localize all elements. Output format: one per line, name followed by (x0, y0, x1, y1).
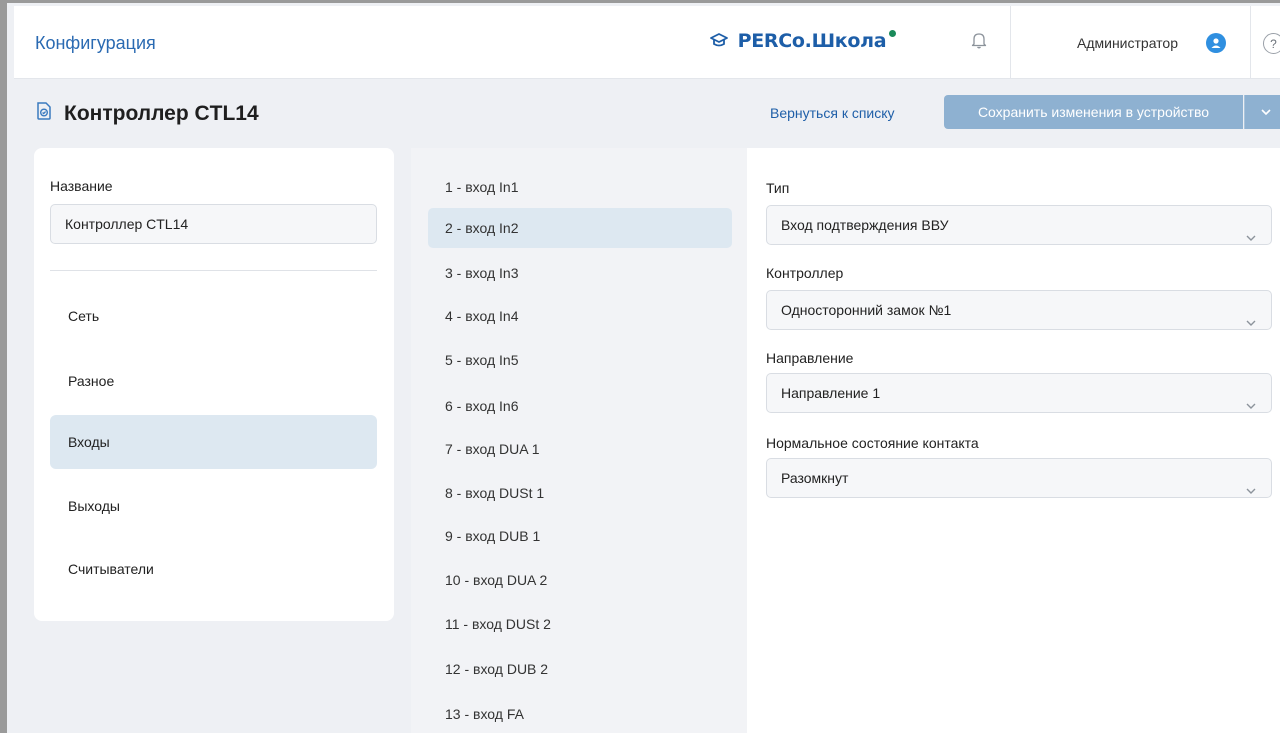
type-select[interactable]: Вход подтверждения ВВУ (766, 205, 1272, 245)
notifications-button[interactable] (947, 6, 1011, 79)
page-title-text: Контроллер CTL14 (64, 101, 259, 125)
divider (50, 270, 377, 271)
save-to-device-button[interactable]: Сохранить изменения в устройство (944, 95, 1243, 129)
device-settings-card: Название Контроллер CTL14 Сеть Разное Вх… (34, 148, 394, 621)
nav-item-outputs[interactable]: Выходы (50, 479, 377, 533)
direction-select[interactable]: Направление 1 (766, 373, 1272, 413)
controller-select[interactable]: Односторонний замок №1 (766, 290, 1272, 330)
input-item[interactable]: 11 - вход DUSt 2 (428, 604, 732, 644)
input-item[interactable]: 8 - вход DUSt 1 (428, 473, 732, 513)
logo-status-dot (889, 30, 897, 37)
contact-state-select[interactable]: Разомкнут (766, 458, 1272, 498)
nav-item-readers[interactable]: Считыватели (50, 542, 377, 596)
user-avatar-icon (1206, 33, 1226, 53)
direction-value: Направление 1 (781, 385, 881, 401)
device-name-input[interactable]: Контроллер CTL14 (50, 204, 377, 244)
logo-text: PERCo.Школа (737, 30, 887, 52)
nav-item-inputs[interactable]: Входы (50, 415, 377, 469)
bell-icon (971, 31, 987, 54)
controller-value: Односторонний замок №1 (781, 302, 952, 318)
contact-state-value: Разомкнут (781, 470, 849, 486)
controller-device-icon (35, 101, 53, 126)
top-bar: Конфигурация PERCo.Школа Администратор ? (14, 6, 1280, 79)
help-icon[interactable]: ? (1263, 33, 1280, 54)
chevron-down-icon (1245, 471, 1257, 509)
user-name: Администратор (1077, 35, 1179, 51)
chevron-down-icon (1260, 103, 1272, 121)
chevron-down-icon (1245, 303, 1257, 341)
type-label: Тип (766, 180, 790, 196)
input-item[interactable]: 13 - вход FA (428, 694, 732, 733)
input-item[interactable]: 3 - вход In3 (428, 253, 732, 293)
page-title: Контроллер CTL14 (35, 101, 259, 126)
input-item[interactable]: 10 - вход DUA 2 (428, 560, 732, 600)
app-title[interactable]: Конфигурация (35, 33, 156, 54)
input-properties-panel: Тип Вход подтверждения ВВУ Контроллер Од… (747, 148, 1280, 733)
input-item[interactable]: 4 - вход In4 (428, 296, 732, 336)
input-item[interactable]: 9 - вход DUB 1 (428, 516, 732, 556)
inputs-list: 1 - вход In1 2 - вход In2 3 - вход In3 4… (411, 148, 747, 733)
app-frame: Конфигурация PERCo.Школа Администратор ?… (0, 0, 1280, 733)
direction-label: Направление (766, 350, 854, 366)
nav-item-network[interactable]: Сеть (50, 289, 377, 343)
input-item[interactable]: 12 - вход DUB 2 (428, 649, 732, 689)
chevron-down-icon (1245, 386, 1257, 424)
name-label: Название (50, 178, 113, 194)
save-options-dropdown[interactable] (1244, 95, 1280, 129)
input-item[interactable]: 5 - вход In5 (428, 340, 732, 380)
type-value: Вход подтверждения ВВУ (781, 217, 949, 233)
nav-item-misc[interactable]: Разное (50, 354, 377, 408)
controller-label: Контроллер (766, 265, 844, 281)
user-menu[interactable]: Администратор (1011, 6, 1251, 79)
input-item-selected[interactable]: 2 - вход In2 (428, 208, 732, 248)
perco-logo[interactable]: PERCo.Школа (710, 30, 897, 52)
contact-state-label: Нормальное состояние контакта (766, 435, 979, 451)
graduation-cap-icon (710, 32, 734, 52)
input-item[interactable]: 6 - вход In6 (428, 386, 732, 426)
chevron-down-icon (1245, 218, 1257, 256)
input-item[interactable]: 1 - вход In1 (428, 167, 732, 207)
back-to-list-link[interactable]: Вернуться к списку (770, 105, 895, 121)
input-item[interactable]: 7 - вход DUA 1 (428, 429, 732, 469)
